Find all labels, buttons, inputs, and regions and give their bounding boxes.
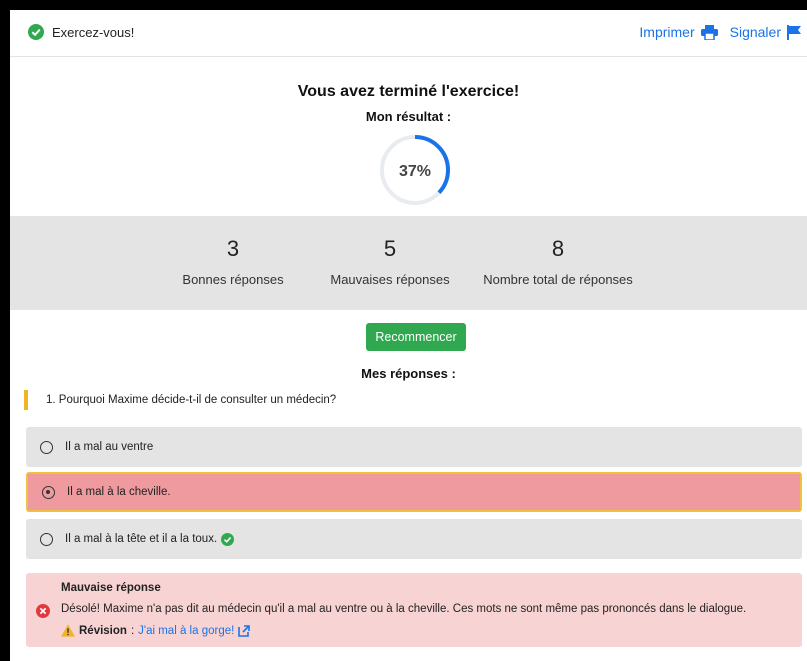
feedback-message: Désolé! Maxime n'a pas dit au médecin qu… [61,603,747,615]
stats-panel: 3 Bonnes réponses 5 Mauvaises réponses 8… [10,216,807,310]
stat-total-label: Nombre total de réponses [483,272,633,287]
answer-option-label: Il a mal à la cheville. [67,486,171,498]
stat-total: 8 Nombre total de réponses [458,236,658,287]
error-x-icon [36,604,50,618]
answer-option-correct[interactable]: Il a mal à la tête et il a la toux. [26,519,802,559]
exercise-page: Exercez-vous! Imprimer Signaler Vous ave… [10,10,807,661]
report-link[interactable]: Signaler [730,24,781,40]
external-link-icon[interactable] [238,624,251,637]
restart-button[interactable]: Recommencer [366,323,466,351]
feedback-title: Mauvaise réponse [61,582,161,594]
radio-unselected-icon[interactable] [40,532,53,546]
print-link[interactable]: Imprimer [639,24,694,40]
completion-heading: Vous avez terminé l'exercice! [297,83,520,100]
feedback-box: Mauvaise réponse Désolé! Maxime n'a pas … [26,573,802,647]
flag-icon[interactable] [787,24,801,40]
radio-selected-icon[interactable] [42,485,55,499]
check-circle-icon [28,24,44,40]
revision-line: Révision : J'ai mal à la gorge! [61,624,251,637]
answer-option[interactable]: Il a mal au ventre [26,427,802,467]
answer-option-label: Il a mal à la tête et il a la toux. [65,533,218,545]
exercise-header: Exercez-vous! [28,24,134,40]
revision-separator: : [130,624,135,637]
stat-total-value: 8 [551,236,565,261]
result-label: Mon résultat : [365,109,452,124]
correct-check-icon [221,532,235,546]
answers-heading: Mes réponses : [361,366,456,381]
exercise-title: Exercez-vous! [52,24,135,40]
top-bar: Exercez-vous! Imprimer Signaler [10,10,807,57]
printer-icon[interactable] [700,24,718,40]
radio-unselected-icon[interactable] [40,440,53,454]
answer-option-selected[interactable]: Il a mal à la cheville. [26,472,802,512]
question-text: 1. Pourquoi Maxime décide-t-il de consul… [24,390,336,410]
score-gauge: 37% [378,133,452,207]
answer-option-label: Il a mal au ventre [65,441,154,453]
warning-icon [61,624,75,637]
revision-label: Révision [79,624,127,637]
score-percent: 37% [399,163,431,180]
header-actions: Imprimer Signaler [639,24,801,40]
revision-link[interactable]: J'ai mal à la gorge! [138,625,234,637]
